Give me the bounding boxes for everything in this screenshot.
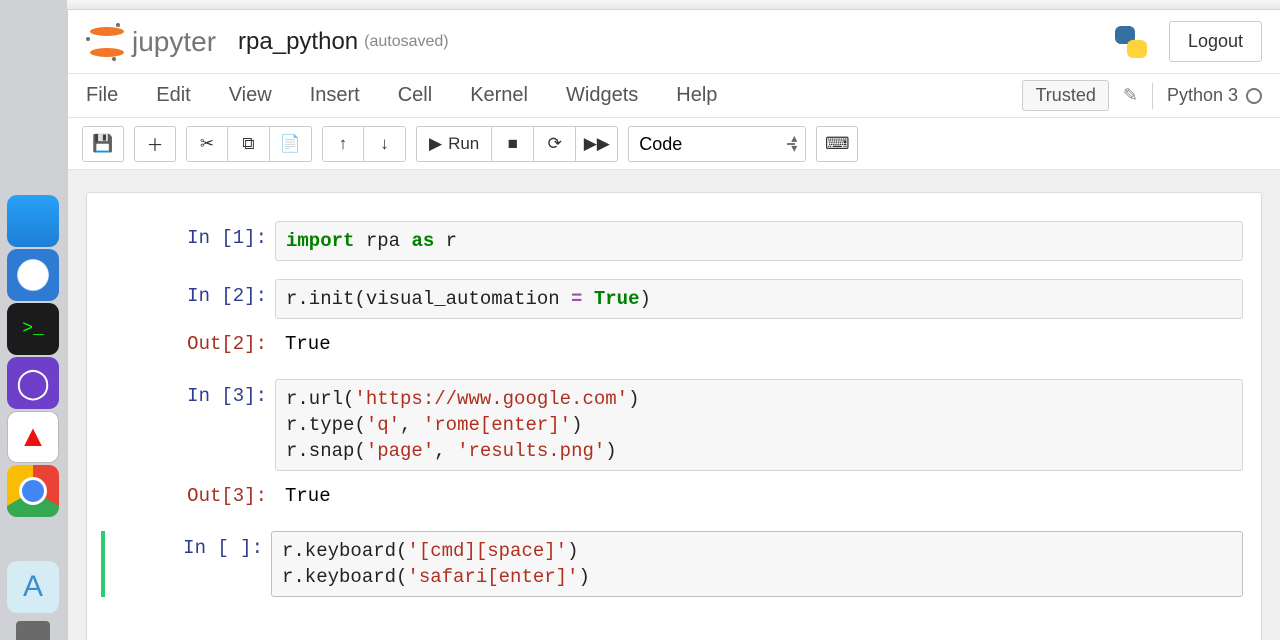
autosave-status: (autosaved) (364, 33, 449, 51)
menu-widgets[interactable]: Widgets (566, 84, 638, 107)
command-palette-button[interactable]: ⌨ (816, 126, 858, 162)
python-icon (1113, 24, 1149, 60)
restart-button[interactable]: ⟳ (534, 126, 576, 162)
out-prompt: Out[3]: (105, 479, 275, 513)
dock: >_ ◯ ▲ A (7, 195, 59, 640)
notebook-name[interactable]: rpa_python (238, 28, 358, 56)
kernel-status-icon (1246, 88, 1262, 104)
dock-safari-icon[interactable] (7, 249, 59, 301)
cut-button[interactable]: ✂ (186, 126, 228, 162)
cell-type-select[interactable]: Code (628, 126, 806, 162)
cell-output: True (275, 479, 1243, 513)
dock-trash-icon[interactable] (7, 615, 59, 640)
menu-edit[interactable]: Edit (156, 84, 190, 107)
kernel-indicator[interactable]: Python 3 (1167, 85, 1262, 106)
menu-help[interactable]: Help (676, 84, 717, 107)
move-down-button[interactable]: ↓ (364, 126, 406, 162)
code-input[interactable]: r.init(visual_automation = True) (275, 279, 1243, 319)
run-label: Run (448, 134, 479, 154)
dock-terminal-icon[interactable]: >_ (7, 303, 59, 355)
code-cell[interactable]: In [2]: r.init(visual_automation = True) (105, 279, 1243, 319)
dock-applications-icon[interactable]: A (7, 561, 59, 613)
code-cell-selected[interactable]: In [ ]: r.keyboard('[cmd][space]') r.key… (101, 531, 1243, 597)
divider (1152, 83, 1153, 109)
menu-insert[interactable]: Insert (310, 84, 360, 107)
in-prompt: In [3]: (105, 379, 275, 471)
logout-button[interactable]: Logout (1169, 21, 1262, 62)
paste-button[interactable]: 📄 (270, 126, 312, 162)
jupyter-logo[interactable]: jupyter (88, 23, 216, 61)
out-prompt: Out[2]: (105, 327, 275, 361)
edit-metadata-icon[interactable]: ✎ (1123, 85, 1138, 106)
interrupt-button[interactable]: ■ (492, 126, 534, 162)
dock-java-icon[interactable]: ▲ (7, 411, 59, 463)
kernel-label: Python 3 (1167, 85, 1238, 106)
code-input[interactable]: import rpa as r (275, 221, 1243, 261)
code-input[interactable]: r.keyboard('[cmd][space]') r.keyboard('s… (271, 531, 1243, 597)
menubar: File Edit View Insert Cell Kernel Widget… (68, 74, 1280, 118)
run-button[interactable]: ▶ Run (416, 126, 492, 162)
dock-chrome-icon[interactable] (7, 465, 59, 517)
jupyter-logo-icon (88, 23, 126, 61)
in-prompt: In [1]: (105, 221, 275, 261)
trusted-indicator[interactable]: Trusted (1022, 80, 1108, 111)
menu-kernel[interactable]: Kernel (470, 84, 528, 107)
dock-github-icon[interactable]: ◯ (7, 357, 59, 409)
run-icon: ▶ (429, 134, 442, 154)
output-row: Out[3]: True (105, 479, 1243, 513)
macos-dock-column: >_ ◯ ▲ A (0, 0, 67, 640)
code-input[interactable]: r.url('https://www.google.com') r.type('… (275, 379, 1243, 471)
dock-finder-icon[interactable] (7, 195, 59, 247)
in-prompt: In [ ]: (105, 531, 271, 597)
browser-window: jupyter rpa_python (autosaved) Logout Fi… (67, 0, 1280, 640)
output-row: Out[2]: True (105, 327, 1243, 361)
copy-button[interactable]: ⧉ (228, 126, 270, 162)
insert-cell-button[interactable]: ＋ (134, 126, 176, 162)
notebook-body: In [1]: import rpa as r In [2]: r.init(v… (68, 170, 1280, 640)
in-prompt: In [2]: (105, 279, 275, 319)
cell-output: True (275, 327, 1243, 361)
notebook-header: jupyter rpa_python (autosaved) Logout (68, 10, 1280, 74)
move-up-button[interactable]: ↑ (322, 126, 364, 162)
code-cell[interactable]: In [3]: r.url('https://www.google.com') … (105, 379, 1243, 471)
notebook-paper: In [1]: import rpa as r In [2]: r.init(v… (86, 192, 1262, 640)
restart-run-all-button[interactable]: ▶▶ (576, 126, 618, 162)
window-titlebar (67, 0, 1280, 10)
code-cell[interactable]: In [1]: import rpa as r (105, 221, 1243, 261)
jupyter-logo-text: jupyter (132, 26, 216, 58)
menu-file[interactable]: File (86, 84, 118, 107)
toolbar: 💾 ＋ ✂ ⧉ 📄 ↑ ↓ ▶ Run ■ ⟳ ▶▶ (68, 118, 1280, 170)
save-button[interactable]: 💾 (82, 126, 124, 162)
menu-view[interactable]: View (229, 84, 272, 107)
menu-cell[interactable]: Cell (398, 84, 432, 107)
